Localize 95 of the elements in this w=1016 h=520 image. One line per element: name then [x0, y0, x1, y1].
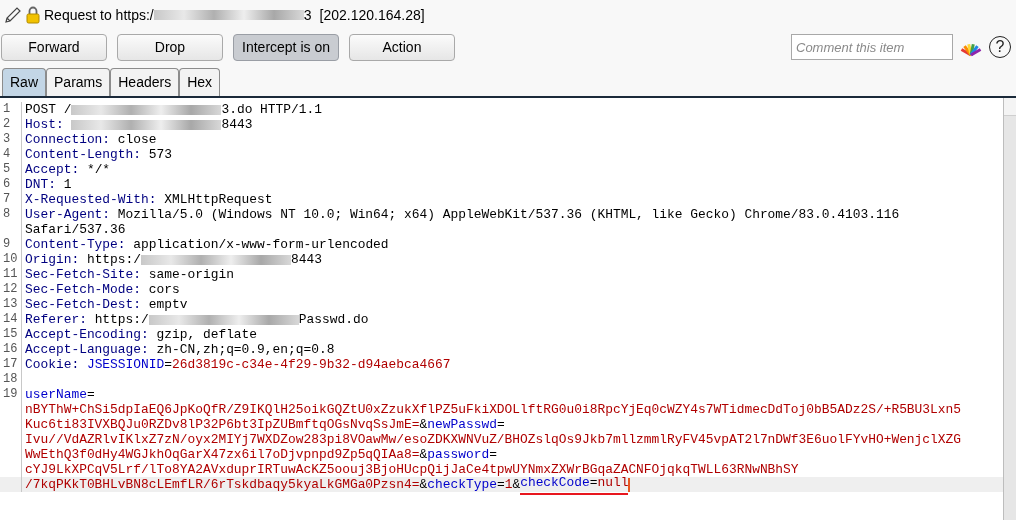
line-number: 17 — [3, 357, 18, 371]
code-token: checkCode — [520, 474, 590, 495]
code-token: X-Requested-With: — [25, 192, 157, 207]
code-token: Mozilla/5.0 (Windows NT 10.0; Win64; x64) AppleWebKit/537.36 (KHTML, like Gecko) Chrome/83.0.4103.116 — [116, 207, 900, 222]
code-token: nBYThW+ChSi5dpIaEQ6JpKoQfR/Z9IKQlH25oikGQZtU0xZzukXflPZ5uFkiXDOLlftRG0u0i8RpcYjEq0cWZY4s7WTidmecDdToj0bB5ADz2S/+R5BU3Lxn5 — [25, 402, 961, 417]
code-token: Content-Length: — [25, 147, 142, 162]
code-token: = — [164, 357, 172, 372]
ip-address: [202.120.164.28] — [319, 5, 425, 25]
line-number: 10 — [3, 252, 18, 266]
code-token: 26d3819c-c34e-4f29-9b32-d94aebca4667 — [172, 357, 451, 372]
code-token: Kuc6ti83IVXBQJu0RZDv8lP32P6bt3IpZUBmftqOGsNvqSsJmE= — [25, 417, 420, 432]
code-token: gzip, deflate — [155, 327, 258, 342]
line-number: 12 — [3, 282, 18, 296]
pencil-icon — [4, 6, 22, 24]
line-number: 18 — [3, 372, 18, 386]
code-token: Sec-Fetch-Site: — [25, 267, 142, 282]
request-title: Request to https:/ — [44, 5, 154, 25]
line-number: 14 — [3, 312, 18, 326]
code-token: */* — [85, 162, 111, 177]
code-token: Cookie: — [25, 357, 81, 372]
code-token: 8443 — [221, 117, 253, 132]
code-token: Content-Type: — [25, 237, 126, 252]
code-token: = — [496, 417, 505, 432]
code-token: POST / — [25, 102, 72, 117]
code-token: https:/ — [93, 312, 149, 327]
code-token: & — [419, 417, 428, 432]
code-token: = — [489, 447, 497, 462]
code-token: cors — [147, 282, 180, 297]
toolbar-button[interactable]: Forward — [1, 33, 107, 61]
line-number: 8 — [3, 207, 11, 221]
toolbar-button[interactable]: Action — [349, 33, 455, 61]
line-number: 16 — [3, 342, 18, 356]
code-token: Sec-Fetch-Mode: — [25, 282, 142, 297]
line-number: 2 — [3, 117, 11, 131]
code-token: same-origin — [147, 267, 234, 282]
comment-field[interactable]: Comment this item — [791, 34, 953, 60]
request-title: 3 — [303, 5, 312, 25]
code-token: Connection: — [25, 132, 111, 147]
code-token: Referer: — [25, 312, 87, 327]
toolbar-button[interactable]: Intercept is on — [233, 33, 339, 61]
scrollbar[interactable] — [1003, 98, 1016, 520]
text-cursor — [628, 477, 631, 492]
code-token: /7kqPKkT0BHLvBN8cLEmfLR/6rTskdbaqy5kyaLkGMGa0Pzsn4= — [25, 477, 420, 492]
code-token: 1 — [62, 177, 72, 192]
code-token: Sec-Fetch-Dest: — [25, 297, 142, 312]
code-token: userName — [25, 387, 87, 402]
code-token: & — [419, 447, 428, 462]
line-number: 6 — [3, 177, 11, 191]
code-token: = — [589, 474, 598, 495]
tab[interactable]: Hex — [179, 68, 221, 96]
code-token: JSESSIONID — [86, 357, 165, 372]
code-token: Accept-Encoding: — [25, 327, 149, 342]
code-token: 8443 — [291, 252, 322, 267]
lock-icon — [26, 6, 40, 24]
code-token: application/x-www-form-urlencoded — [132, 237, 389, 252]
code-token: 3.do HTTP/1.1 — [221, 102, 322, 117]
line-number: 3 — [3, 132, 11, 146]
line-number: 7 — [3, 192, 11, 206]
line-number: 1 — [3, 102, 11, 116]
code-token: DNT: — [25, 177, 56, 192]
code-token: checkType — [427, 477, 497, 492]
code-token: XMLHttpRequest — [163, 192, 273, 207]
tab[interactable]: Params — [46, 68, 111, 96]
code-token: zh-CN,zh;q=0.9,en;q=0.8 — [155, 342, 335, 357]
code-token: 1 — [504, 477, 513, 492]
line-number: 11 — [3, 267, 18, 281]
code-token: https:/ — [85, 252, 142, 267]
line-number: 15 — [3, 327, 18, 341]
code-token: & — [512, 477, 521, 492]
code-token: 573 — [147, 147, 172, 162]
code-token: User-Agent: — [25, 207, 111, 222]
code-token: Safari/537.36 — [25, 222, 126, 237]
code-token: = — [496, 477, 505, 492]
line-number: 5 — [3, 162, 11, 176]
line-number: 13 — [3, 297, 18, 311]
code-token: Host: — [25, 117, 65, 132]
code-token: newPasswd — [427, 417, 497, 432]
code-token: = — [86, 387, 95, 402]
code-token: Passwd.do — [298, 312, 369, 327]
code-token: Accept-Language: — [25, 342, 149, 357]
tab[interactable]: Headers — [110, 68, 180, 96]
line-number: 19 — [3, 387, 18, 401]
code-token: Accept: — [25, 162, 80, 177]
code-token: password — [427, 447, 490, 462]
code-token: WwEthQ3f0dHy4WGJkhOqGarX47zx6il7oDjvpnpd9Zp5qQIAa8= — [25, 447, 420, 462]
code-token: emptv — [147, 297, 188, 312]
code-token: cYJ9LkXPCqV5Lrf/lTo8YA2AVxduprIRTuwAcKZ5oouj3BjoHUcpQijJaCe4tpwUYNmxZXWrBGqaZACNFOjqkqTWLL63RNwNBhSY — [25, 462, 799, 477]
toolbar-button[interactable]: Drop — [117, 33, 223, 61]
code-token: & — [419, 477, 428, 492]
code-token: close — [116, 132, 157, 147]
line-number: 9 — [3, 237, 11, 251]
code-token: Origin: — [25, 252, 80, 267]
tab[interactable]: Raw — [2, 68, 46, 96]
line-number: 4 — [3, 147, 11, 161]
code-token: Ivu//VdAZRlvIKlxZ7zN/oyx2MIYj7WXDZow283pi8VOawMw/esoZDKXWNVuZ/BHOZslqOs9Jkb7mllzmmlRyFV45vpAT2l7nDWf3E6uolFYvHO+WenjclXZG — [25, 432, 961, 447]
